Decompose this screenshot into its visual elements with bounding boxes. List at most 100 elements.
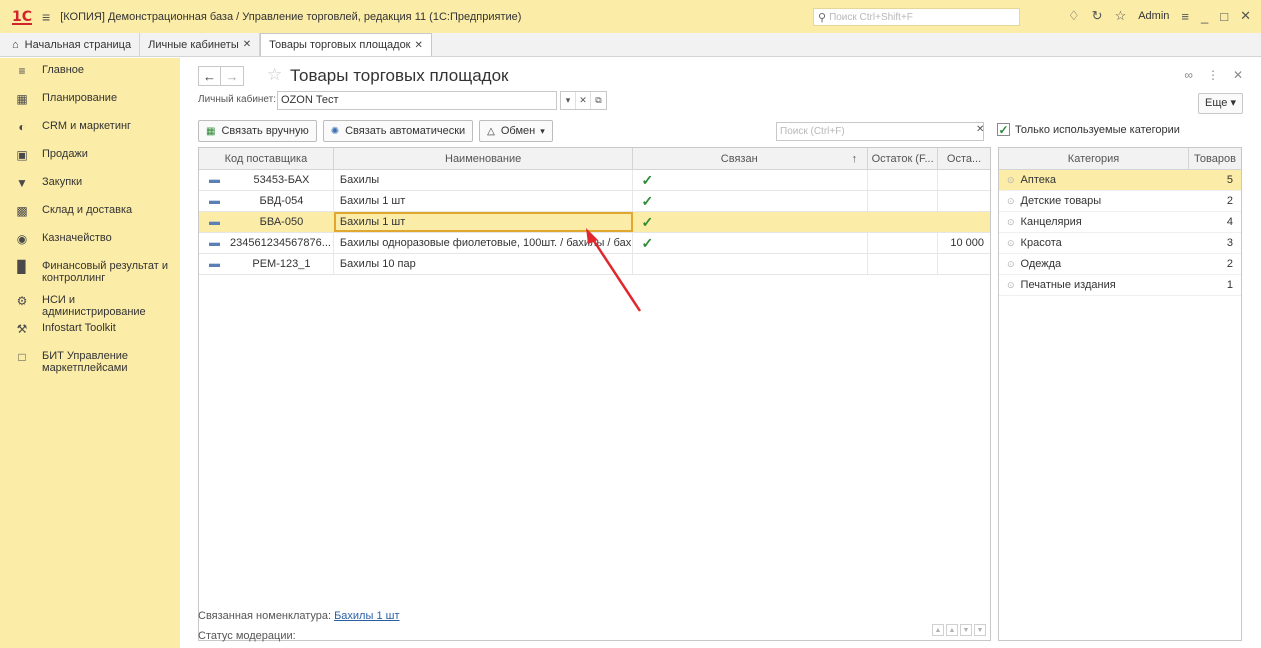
open-icon[interactable]: ⧉	[591, 92, 606, 109]
close-icon[interactable]: ✕	[1240, 8, 1251, 24]
bag-icon: ▣	[16, 148, 28, 162]
link-auto-button[interactable]: ✺ Связать автоматически	[322, 120, 474, 142]
exchange-button[interactable]: △ Обмен ▾	[479, 120, 553, 142]
sections-sidebar: ≡ Главное ▦ Планирование ◐ CRM и маркетинг …	[0, 58, 180, 648]
sidebar-item-crm[interactable]: ◐ CRM и маркетинг	[0, 114, 180, 142]
link-manual-button[interactable]: ▦ Связать вручную	[198, 120, 317, 142]
gear-icon: ⚙	[16, 294, 28, 308]
cart-icon: ▼	[16, 176, 28, 190]
checkbox-checked-icon: ✓	[997, 122, 1010, 137]
linked-nomenclature: Связанная номенклатура: Бахилы 1 шт	[198, 610, 400, 622]
table-row[interactable]: ▬ 234561234567876... Бахилы одноразовые ф…	[199, 233, 990, 254]
cloud-icon: △	[487, 125, 495, 137]
column-header-count[interactable]: Товаров	[1189, 148, 1241, 169]
category-row[interactable]: ⊙ Детские товары 2	[999, 191, 1241, 212]
bar-chart-icon: ▉	[17, 260, 27, 274]
clear-search-icon[interactable]: ✕	[976, 124, 984, 135]
category-row[interactable]: ⊙ Канцелярия 4	[999, 212, 1241, 233]
more-button[interactable]: Еще ▾	[1198, 93, 1243, 114]
table-row[interactable]: ▬ БВД-054 Бахилы 1 шт ✓	[199, 191, 990, 212]
tab-marketplace-products[interactable]: Товары торговых площадок ✕	[260, 33, 432, 56]
more-vertical-icon[interactable]: ⋮	[1207, 68, 1219, 82]
close-form-icon[interactable]: ✕	[1233, 68, 1243, 82]
auto-link-icon: ✺	[330, 125, 340, 137]
category-row[interactable]: ⊙ Одежда 2	[999, 254, 1241, 275]
tab-personal-cabinets[interactable]: Личные кабинеты ✕	[140, 33, 261, 56]
close-tab-icon[interactable]: ✕	[243, 39, 251, 50]
row-status-icon: ▬	[209, 195, 220, 207]
page-title: Товары торговых площадок	[290, 66, 509, 85]
selected-cell[interactable]: Бахилы 1 шт	[333, 212, 634, 232]
only-used-categories-checkbox[interactable]: ✓ Только используемые категории	[997, 123, 1180, 136]
app-logo[interactable]: 1С	[12, 9, 33, 25]
sidebar-item-main[interactable]: ≡ Главное	[0, 58, 180, 86]
category-row[interactable]: ⊙ Красота 3	[999, 233, 1241, 254]
table-row[interactable]: ▬ 53453-БАХ Бахилы ✓	[199, 170, 990, 191]
main-menu-icon[interactable]: ≡	[42, 9, 50, 25]
warehouse-icon: ▩	[16, 204, 28, 218]
clear-field-icon[interactable]: ✕	[576, 92, 591, 109]
link-icon[interactable]: ∞	[1184, 68, 1193, 82]
table-header: Код поставщика Наименование Связан ↑ Оста…	[199, 148, 990, 170]
row-status-icon: ▬	[209, 258, 220, 270]
column-header-rest2[interactable]: Оста...	[938, 148, 990, 169]
link-table-icon: ▦	[206, 125, 216, 137]
back-button[interactable]: ←	[198, 66, 221, 86]
close-tab-icon[interactable]: ✕	[415, 40, 423, 51]
settings-menu-icon[interactable]: ≡	[1181, 9, 1189, 24]
table-pager: ▲ ▲ ▼ ▼	[930, 624, 986, 636]
tab-home[interactable]: ⌂ Начальная страница	[0, 33, 141, 56]
user-name[interactable]: Admin	[1138, 10, 1169, 22]
crm-icon: ◐	[18, 120, 26, 134]
open-tabs-bar: ⌂ Начальная страница Личные кабинеты ✕ Т…	[0, 33, 1261, 57]
row-status-icon: ▬	[209, 216, 220, 228]
column-header-name[interactable]: Наименование	[334, 148, 634, 169]
forward-button[interactable]: →	[221, 66, 244, 86]
sidebar-item-planning[interactable]: ▦ Планирование	[0, 86, 180, 114]
last-page-icon[interactable]: ▼	[974, 624, 986, 636]
sidebar-item-bit-marketplaces[interactable]: □ БИТ Управление маркетплейсами	[0, 344, 180, 378]
sidebar-item-admin[interactable]: ⚙ НСИ и администрирование	[0, 288, 180, 318]
bell-icon[interactable]: ♢	[1068, 8, 1080, 24]
minimize-icon[interactable]: _	[1201, 9, 1208, 24]
products-table: Код поставщика Наименование Связан ↑ Оста…	[198, 147, 991, 641]
sidebar-item-finance[interactable]: ▉ Финансовый результат и контроллинг	[0, 254, 180, 288]
sidebar-item-warehouse[interactable]: ▩ Склад и доставка	[0, 198, 180, 226]
restore-icon[interactable]: □	[1220, 9, 1228, 24]
category-row[interactable]: ⊙ Аптека 5	[999, 170, 1241, 191]
sidebar-item-purchases[interactable]: ▼ Закупки	[0, 170, 180, 198]
chevron-down-icon: ▾	[1230, 97, 1236, 109]
bullet-icon: ⊙	[1007, 195, 1015, 206]
sidebar-item-sales[interactable]: ▣ Продажи	[0, 142, 180, 170]
search-icon: ⚲	[818, 11, 827, 24]
history-icon[interactable]: ↻	[1092, 8, 1103, 24]
sidebar-item-infostart[interactable]: ⚒ Infostart Toolkit	[0, 316, 180, 344]
bullet-icon: ⊙	[1007, 258, 1015, 269]
list-search-input[interactable]: Поиск (Ctrl+F)	[776, 122, 984, 141]
bullet-icon: ⊙	[1007, 174, 1015, 185]
column-header-category[interactable]: Категория	[999, 148, 1189, 169]
linked-nomenclature-link[interactable]: Бахилы 1 шт	[334, 610, 399, 622]
chat-icon: □	[18, 350, 26, 364]
global-search-input[interactable]: ⚲ Поиск Ctrl+Shift+F	[813, 8, 1020, 26]
sidebar-item-treasury[interactable]: ◉ Казначейство	[0, 226, 180, 254]
tools-icon: ⚒	[16, 322, 28, 336]
moderation-status: Статус модерации:	[198, 630, 296, 642]
table-row[interactable]: ▬ РЕМ-123_1 Бахилы 10 пар	[199, 254, 990, 275]
prev-page-icon[interactable]: ▲	[946, 624, 958, 636]
favorite-star-icon[interactable]: ☆	[267, 65, 282, 85]
favorites-star-icon[interactable]: ☆	[1115, 8, 1127, 24]
cabinet-label: Личный кабинет:	[198, 94, 277, 105]
column-header-code[interactable]: Код поставщика	[199, 148, 334, 169]
first-page-icon[interactable]: ▲	[932, 624, 944, 636]
cabinet-field[interactable]: OZON Тест	[277, 91, 557, 110]
next-page-icon[interactable]: ▼	[960, 624, 972, 636]
row-status-icon: ▬	[209, 174, 220, 186]
row-status-icon: ▬	[209, 237, 220, 249]
coin-icon: ◉	[16, 232, 28, 246]
table-row-selected[interactable]: ▬ БВА-050 Бахилы 1 шт ✓	[199, 212, 990, 233]
column-header-linked[interactable]: Связан ↑	[633, 148, 869, 169]
dropdown-icon[interactable]: ▾	[561, 92, 576, 109]
category-row[interactable]: ⊙ Печатные издания 1	[999, 275, 1241, 296]
column-header-rest1[interactable]: Остаток (F...	[868, 148, 939, 169]
